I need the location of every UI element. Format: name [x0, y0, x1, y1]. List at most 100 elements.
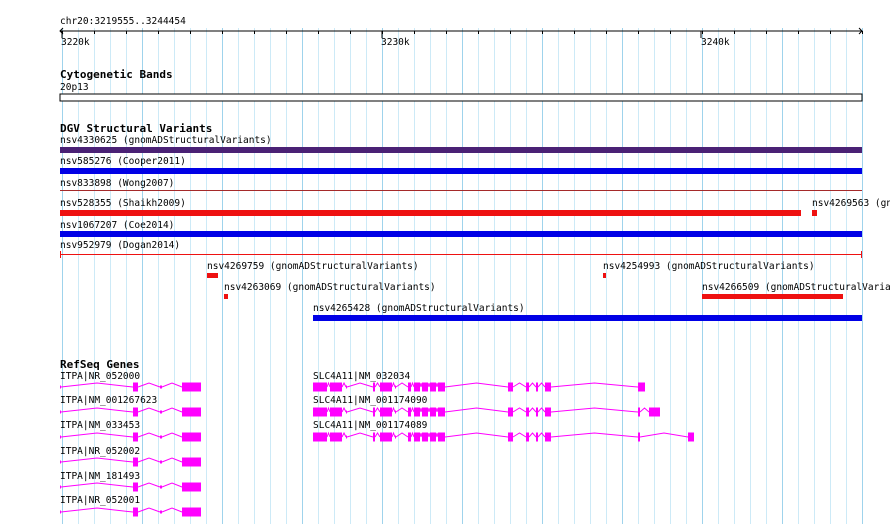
dgv-feature-bar[interactable]: [207, 273, 218, 278]
dgv-feature[interactable]: nsv585276 (Cooper2011): [60, 156, 862, 174]
dgv-feature-bar[interactable]: [702, 294, 843, 299]
dgv-feature-bar[interactable]: [60, 231, 862, 237]
gene-model[interactable]: [60, 457, 201, 467]
gene-model[interactable]: [60, 432, 201, 442]
vertical-grid: [62, 28, 863, 524]
dgv-feature-bar[interactable]: [60, 168, 862, 174]
gene-model[interactable]: [60, 507, 201, 517]
gene-label: ITPA|NR_052001: [60, 495, 140, 506]
gene-model[interactable]: [313, 406, 660, 417]
gene-exon: [430, 432, 436, 442]
dgv-feature-label: nsv4330625 (gnomADStructuralVariants): [60, 135, 272, 146]
gene-exon: [380, 432, 392, 442]
gene-transcript[interactable]: ITPA|NM_033453: [60, 420, 201, 442]
gene-transcript[interactable]: ITPA|NM_181493: [60, 471, 201, 492]
dgv-feature-bar[interactable]: [60, 254, 862, 255]
dgv-feature[interactable]: nsv1067207 (Coe2014): [60, 220, 862, 237]
gene-exon: [330, 432, 342, 442]
gene-exon: [182, 432, 201, 442]
gene-exon: [430, 407, 436, 417]
gene-model[interactable]: [313, 431, 694, 442]
gene-exon: [133, 507, 138, 517]
dgv-feature-bar[interactable]: [60, 147, 862, 153]
gene-model[interactable]: [60, 407, 201, 417]
dgv-feature-bar[interactable]: [224, 294, 228, 299]
dgv-feature-label: nsv4269563 (gnomADStructuralVariants): [812, 198, 890, 209]
gene-exon: [60, 435, 61, 439]
gene-exon: [182, 482, 201, 492]
genome-browser-view[interactable]: chr20:3219555..3244454 3220k 3230k 3240k…: [0, 0, 890, 524]
gene-exon: [526, 407, 529, 417]
ruler-tick-label: 3240k: [701, 37, 730, 48]
cyto-band-bar[interactable]: [59, 93, 863, 102]
gene-label: SLC4A11|NM_032034: [313, 371, 411, 382]
ruler-tick-label: 3230k: [381, 37, 410, 48]
dgv-feature-bar[interactable]: [603, 273, 606, 278]
dgv-feature[interactable]: nsv952979 (Dogan2014): [60, 240, 862, 258]
gene-exon: [414, 432, 420, 442]
gene-exon: [526, 432, 529, 442]
dgv-feature-label: nsv833898 (Wong2007): [60, 178, 174, 189]
gene-exon: [133, 407, 138, 417]
dgv-feature[interactable]: nsv4263069 (gnomADStructuralVariants): [224, 282, 436, 299]
dgv-feature-bar[interactable]: [812, 210, 817, 216]
gene-exon: [395, 385, 396, 389]
gene-transcript[interactable]: ITPA|NR_052000: [60, 371, 201, 392]
dgv-track-title[interactable]: DGV Structural Variants: [60, 122, 212, 135]
gene-exon: [133, 457, 138, 467]
gene-transcript[interactable]: ITPA|NR_052001: [60, 495, 201, 517]
dgv-feature-label: nsv585276 (Cooper2011): [60, 156, 186, 167]
gene-model[interactable]: [60, 482, 201, 492]
gene-label: SLC4A11|NM_001174089: [313, 420, 428, 431]
gene-model[interactable]: [60, 382, 201, 392]
cyto-track-title[interactable]: Cytogenetic Bands: [60, 68, 173, 81]
gene-exon: [438, 382, 445, 392]
gene-exon: [160, 410, 162, 414]
refseq-track-title[interactable]: RefSeq Genes: [60, 358, 139, 371]
gene-exon: [60, 510, 61, 514]
dgv-feature[interactable]: nsv833898 (Wong2007): [60, 178, 862, 191]
gene-exon: [346, 410, 347, 414]
gene-intron-line: [60, 382, 183, 388]
gene-exon: [638, 407, 640, 417]
gene-exon: [508, 432, 513, 442]
gene-transcript[interactable]: ITPA|NR_052002: [60, 446, 201, 467]
gene-exon: [313, 382, 327, 392]
dgv-feature[interactable]: nsv4269563 (gnomADStructuralVariants): [812, 198, 890, 216]
gene-label: SLC4A11|NM_001174090: [313, 395, 428, 406]
track-canvas[interactable]: chr20:3219555..3244454 3220k 3230k 3240k…: [0, 0, 890, 524]
gene-intron-line: [60, 507, 183, 513]
gene-exon: [330, 407, 342, 417]
gene-exon: [60, 460, 61, 464]
dgv-feature-bar[interactable]: [60, 190, 862, 191]
dgv-feature-bar[interactable]: [313, 315, 862, 321]
gene-exon: [688, 432, 694, 442]
gene-exon: [414, 382, 420, 392]
gene-label: ITPA|NM_033453: [60, 420, 140, 431]
gene-exon: [422, 407, 428, 417]
gene-exon: [408, 432, 411, 442]
gene-transcript[interactable]: ITPA|NM_001267623: [60, 395, 201, 417]
gene-intron-line: [60, 482, 183, 488]
ruler-track[interactable]: 3220k 3230k 3240k: [59, 27, 863, 48]
dgv-feature[interactable]: nsv4266509 (gnomADStructuralVariants): [702, 282, 890, 299]
gene-exon: [160, 435, 162, 439]
dgv-feature[interactable]: nsv4330625 (gnomADStructuralVariants): [60, 135, 862, 153]
gene-transcript[interactable]: SLC4A11|NM_001174089: [313, 420, 694, 442]
gene-exon: [408, 407, 411, 417]
dgv-feature[interactable]: nsv4265428 (gnomADStructuralVariants): [313, 303, 862, 321]
dgv-feature-end-cap: [60, 251, 61, 258]
gene-exon: [133, 432, 138, 442]
gene-exon: [422, 432, 428, 442]
gene-exon: [182, 382, 201, 392]
gene-exon: [60, 485, 61, 489]
dgv-feature-label: nsv528355 (Shaikh2009): [60, 198, 186, 209]
gene-exon: [373, 432, 375, 442]
gene-exon: [182, 507, 201, 517]
dgv-feature-bar[interactable]: [60, 210, 801, 216]
gene-exon: [380, 382, 392, 392]
gene-transcript[interactable]: SLC4A11|NM_001174090: [313, 395, 660, 417]
gene-exon: [160, 485, 162, 489]
gene-intron-line: [60, 432, 183, 438]
locus-label: chr20:3219555..3244454: [60, 16, 186, 27]
